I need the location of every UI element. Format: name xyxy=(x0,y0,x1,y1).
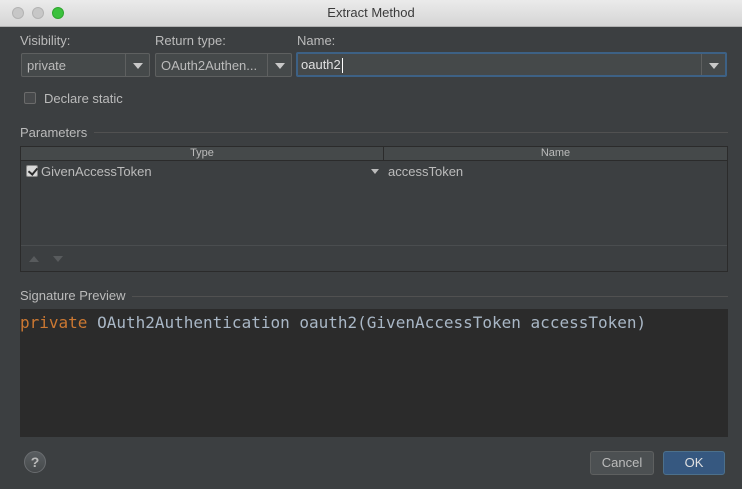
name-label: Name: xyxy=(297,33,336,48)
chevron-down-icon[interactable] xyxy=(701,54,725,75)
text-caret xyxy=(341,58,343,74)
table-header: Type Name xyxy=(21,147,727,161)
code-keyword: private xyxy=(20,313,88,332)
parameter-name[interactable]: accessToken xyxy=(388,164,463,179)
cancel-button[interactable]: Cancel xyxy=(590,451,654,475)
column-header-name[interactable]: Name xyxy=(384,147,727,160)
name-field-value: oauth2 xyxy=(301,57,699,74)
declare-static-checkbox[interactable] xyxy=(24,92,36,104)
ok-button[interactable]: OK xyxy=(663,451,725,475)
chevron-down-icon[interactable] xyxy=(125,54,149,76)
signature-code: private OAuth2Authentication oauth2(Give… xyxy=(20,313,646,332)
section-divider xyxy=(94,132,728,133)
return-type-label: Return type: xyxy=(155,33,226,48)
title-bar: Extract Method xyxy=(0,0,742,27)
table-row[interactable]: GivenAccessToken accessToken xyxy=(21,161,727,181)
name-field[interactable]: oauth2 xyxy=(296,52,727,77)
parameters-table: Type Name GivenAccessToken accessToken xyxy=(20,146,728,272)
parameters-section-title: Parameters xyxy=(20,125,88,140)
signature-preview-title: Signature Preview xyxy=(20,288,126,303)
section-divider xyxy=(132,296,728,297)
declare-static-label[interactable]: Declare static xyxy=(44,91,123,106)
parameter-type[interactable]: GivenAccessToken xyxy=(41,164,152,179)
visibility-value: private xyxy=(27,58,67,73)
help-button[interactable]: ? xyxy=(24,451,46,473)
move-down-icon[interactable] xyxy=(53,256,63,262)
dropdown-arrow-icon[interactable] xyxy=(371,169,379,174)
visibility-label: Visibility: xyxy=(20,33,71,48)
return-type-value: OAuth2Authen... xyxy=(161,58,258,73)
column-header-type[interactable]: Type xyxy=(21,147,384,160)
window-title: Extract Method xyxy=(327,5,415,20)
chevron-down-icon[interactable] xyxy=(267,54,291,76)
table-toolbar xyxy=(21,245,727,271)
code-signature: OAuth2Authentication oauth2(GivenAccessT… xyxy=(87,313,647,332)
visibility-select[interactable]: private xyxy=(21,53,150,77)
move-up-icon[interactable] xyxy=(29,256,39,262)
return-type-select[interactable]: OAuth2Authen... xyxy=(155,53,292,77)
name-text: oauth2 xyxy=(301,57,341,72)
extract-method-dialog: Extract Method Visibility: private Retur… xyxy=(0,0,742,489)
parameter-checkbox[interactable] xyxy=(26,165,38,177)
signature-preview-editor: private OAuth2Authentication oauth2(Give… xyxy=(20,309,728,437)
